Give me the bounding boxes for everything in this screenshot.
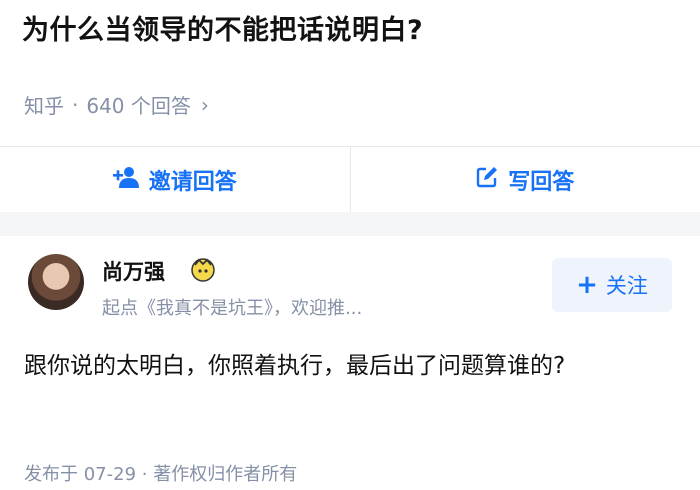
answer-content[interactable]: 跟你说的太明白，你照着执行，最后出了问题算谁的? [24,344,674,388]
meta-separator: · [72,92,79,117]
question-action-bar: 邀请回答 写回答 [0,146,700,213]
add-person-icon [112,166,139,194]
follow-label: 关注 [605,274,648,298]
question-title: 为什么当领导的不能把话说明白? [22,15,424,46]
author-avatar[interactable] [28,254,84,310]
write-answer-button[interactable]: 写回答 [349,147,700,213]
chevron-right-icon[interactable]: › [201,93,209,117]
question-meta: 知乎 · 640 个回答 › [24,90,209,119]
invite-answer-button[interactable]: 邀请回答 [0,147,350,213]
answer-count-link[interactable]: 640 个回答 [86,90,191,119]
follow-button[interactable]: + 关注 [552,258,672,312]
plus-icon: + [576,270,598,300]
creator-badge-icon [190,256,216,282]
answer-footer-meta: 发布于 07-29 · 著作权归作者所有 [24,464,298,485]
source-label: 知乎 [24,94,64,118]
edit-icon [476,166,498,194]
author-name[interactable]: 尚万强 [102,256,165,286]
section-divider [0,212,700,236]
author-description: 起点《我真不是坑王》，欢迎推... [102,298,363,319]
write-answer-label: 写回答 [508,170,575,195]
invite-answer-label: 邀请回答 [148,170,237,195]
